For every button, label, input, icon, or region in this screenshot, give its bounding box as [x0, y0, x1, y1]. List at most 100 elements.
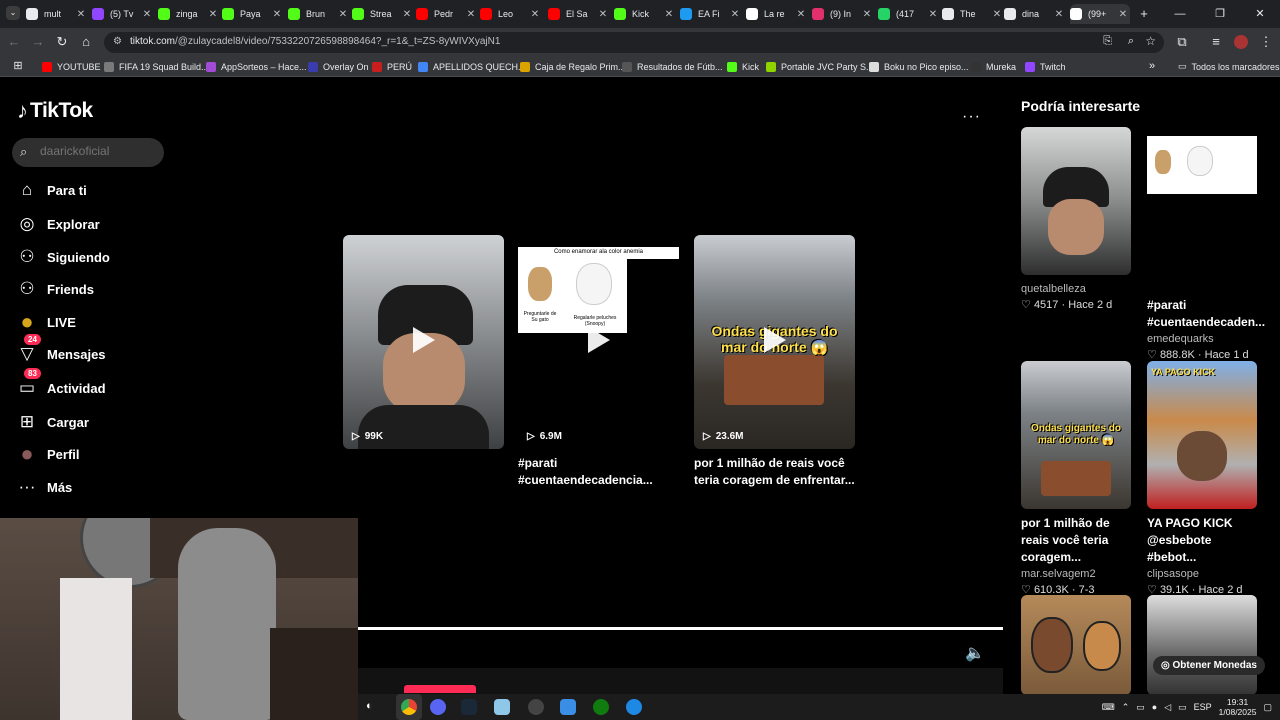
sidebar-item-siguiendo[interactable]: ⚇ Siguiendo — [16, 245, 109, 269]
tab-close-icon[interactable]: ✕ — [860, 9, 874, 20]
maximize-icon[interactable]: ❐ — [1200, 0, 1240, 28]
bookmark-item[interactable]: Boku no Pico episo... — [869, 59, 969, 74]
xbox-taskbar-icon[interactable] — [593, 699, 609, 715]
notifications-icon[interactable]: ▢ — [1263, 702, 1272, 713]
video-progress-bar[interactable] — [358, 627, 1003, 630]
browser-tab[interactable]: The ✕ — [942, 4, 1004, 24]
tab-close-icon[interactable]: ✕ — [528, 9, 542, 20]
install-app-icon[interactable]: ⎘ — [1103, 35, 1112, 48]
bookmark-item[interactable]: APELLIDOS QUECH... — [418, 59, 526, 74]
tab-close-icon[interactable]: ✕ — [270, 9, 284, 20]
sidebar-item-friends[interactable]: ⚇ Friends — [16, 277, 94, 301]
sidebar-item-cargar[interactable]: ⊞ Cargar — [16, 410, 89, 434]
sidebar-item-live[interactable]: ● LIVE — [16, 309, 76, 334]
browser-tab[interactable]: dina ✕ — [1004, 4, 1066, 24]
close-window-icon[interactable]: ✕ — [1240, 0, 1280, 28]
volume-icon[interactable]: 🔈 — [965, 643, 985, 663]
tab-close-icon[interactable]: ✕ — [336, 9, 350, 20]
video-card-1[interactable]: ▷ 99K — [343, 235, 504, 449]
bookmark-item[interactable]: Portable JVC Party S... — [766, 59, 874, 74]
tab-close-icon[interactable]: ✕ — [74, 9, 88, 20]
back-arrow-icon[interactable]: ◐ — [366, 700, 373, 712]
rail-thumb-3[interactable]: Ondas gigantes do mar do norte 😱 — [1021, 361, 1131, 509]
bookmark-item[interactable]: Twitch — [1025, 59, 1066, 74]
obs-taskbar-icon[interactable] — [528, 699, 544, 715]
bookmark-item[interactable]: AppSorteos – Hace... — [206, 59, 307, 74]
tab-close-icon[interactable]: ✕ — [140, 9, 154, 20]
language-indicator[interactable]: ESP — [1194, 702, 1212, 712]
browser-tab[interactable]: Kick ✕ — [614, 4, 676, 24]
tab-close-icon[interactable]: ✕ — [728, 9, 742, 20]
browser-tab[interactable]: La re ✕ — [746, 4, 808, 24]
play-icon[interactable] — [588, 327, 610, 353]
bookmark-item[interactable]: Overlay On — [308, 59, 369, 74]
bookmark-item[interactable]: YOUTUBE — [42, 59, 101, 74]
keyboard-icon[interactable]: ⌨ — [1102, 702, 1115, 713]
rail-item-info[interactable]: quetalbelleza ♡ 4517 · Hace 2 d — [1021, 281, 1137, 313]
bookmark-item[interactable]: Caja de Regalo Prim... — [520, 59, 626, 74]
bookmark-item[interactable]: Resultados de Fútb... — [622, 59, 723, 74]
rail-item-info[interactable]: por 1 milhão de reais você teria coragem… — [1021, 515, 1137, 598]
browser-tab[interactable]: Pedr ✕ — [416, 4, 478, 24]
site-info-icon[interactable]: ⚙ — [113, 36, 122, 47]
sidebar-item-para-ti[interactable]: ⌂ Para ti — [16, 178, 87, 202]
sidebar-item-explorar[interactable]: ◎ Explorar — [16, 212, 100, 236]
sidebar-item-perfil[interactable]: ● Perfil — [16, 441, 79, 466]
app-taskbar-icon[interactable] — [560, 699, 576, 715]
browser-tab[interactable]: mult ✕ — [26, 4, 88, 24]
app-taskbar-icon-2[interactable] — [626, 699, 642, 715]
notepad-taskbar-icon[interactable] — [494, 699, 510, 715]
forward-icon[interactable]: → — [30, 34, 46, 50]
browser-tab[interactable]: (5) Tv ✕ — [92, 4, 154, 24]
more-bookmarks-icon[interactable]: » — [1144, 58, 1160, 74]
all-bookmarks-folder[interactable]: ▭ Todos los marcadores — [1178, 59, 1280, 74]
rail-thumb-4[interactable]: YA PAGO KICK — [1147, 361, 1257, 509]
rail-item-user[interactable]: quetalbelleza — [1021, 281, 1137, 297]
battery-icon[interactable]: ▭ — [1136, 702, 1145, 713]
browser-tab[interactable]: El Sa ✕ — [548, 4, 610, 24]
browser-tab[interactable]: zinga ✕ — [158, 4, 220, 24]
media-controls-icon[interactable]: ≡ — [1208, 34, 1224, 50]
apps-grid-icon[interactable]: ⊞ — [10, 58, 26, 74]
browser-tab[interactable]: (417 ✕ — [878, 4, 940, 24]
browser-tab[interactable]: (9) In ✕ — [812, 4, 874, 24]
mic-icon[interactable]: ● — [1152, 702, 1157, 712]
sidebar-item-actividad[interactable]: ▭ 83 Actividad — [16, 368, 106, 400]
rail-thumb-6[interactable] — [1147, 595, 1257, 695]
bookmark-item[interactable]: Kick — [727, 59, 759, 74]
tab-close-icon[interactable]: ✕ — [926, 9, 940, 20]
tab-close-icon[interactable]: ✕ — [990, 9, 1004, 20]
tab-close-icon[interactable]: ✕ — [596, 9, 610, 20]
browser-tab[interactable]: Leo ✕ — [480, 4, 542, 24]
video-card-2[interactable]: Como enamorar ala color anemia Preguntar… — [518, 235, 679, 449]
rail-thumb-2[interactable] — [1147, 127, 1257, 275]
network-icon[interactable]: ▭ — [1178, 702, 1187, 713]
bookmark-item[interactable]: PERÚ — [372, 59, 412, 74]
rail-thumb-5[interactable] — [1021, 595, 1131, 695]
extensions-icon[interactable]: ⧉ — [1174, 34, 1190, 50]
bookmark-item[interactable]: FIFA 19 Squad Build... — [104, 59, 209, 74]
rail-item-title[interactable]: YA PAGO KICK @esbebote #bebot... — [1147, 515, 1263, 566]
browser-tab[interactable]: (99+ ✕ — [1070, 4, 1130, 24]
rail-item-user[interactable]: clipsasope — [1147, 566, 1263, 582]
rail-thumb-1[interactable] — [1021, 127, 1131, 275]
rail-item-user[interactable]: mar.selvagem2 — [1021, 566, 1137, 582]
tab-close-icon[interactable]: ✕ — [662, 9, 676, 20]
reload-icon[interactable]: ↻ — [54, 34, 70, 50]
video-caption-2[interactable]: #parati #cuentaendecadencia... — [518, 455, 680, 489]
discord-taskbar-icon[interactable] — [430, 699, 446, 715]
speaker-icon[interactable]: ◁ — [1164, 702, 1171, 713]
minimize-icon[interactable]: — — [1160, 0, 1200, 28]
play-icon[interactable] — [764, 327, 786, 353]
browser-tab[interactable]: Strea ✕ — [352, 4, 414, 24]
tab-close-icon[interactable]: ✕ — [464, 9, 478, 20]
bookmark-star-icon[interactable]: ☆ — [1145, 34, 1156, 48]
sidebar-item-mensajes[interactable]: ▽ 24 Mensajes — [16, 334, 106, 366]
tab-close-icon[interactable]: ✕ — [1052, 9, 1066, 20]
tab-close-icon[interactable]: ✕ — [1116, 9, 1130, 20]
clock[interactable]: 19:31 1/08/2025 — [1219, 697, 1257, 717]
home-icon[interactable]: ⌂ — [78, 34, 94, 50]
rail-item-info[interactable]: YA PAGO KICK @esbebote #bebot... clipsaso… — [1147, 515, 1263, 598]
search-box[interactable]: ⌕ — [12, 138, 164, 167]
video-caption-3[interactable]: por 1 milhão de reais você teria coragem… — [694, 455, 856, 489]
